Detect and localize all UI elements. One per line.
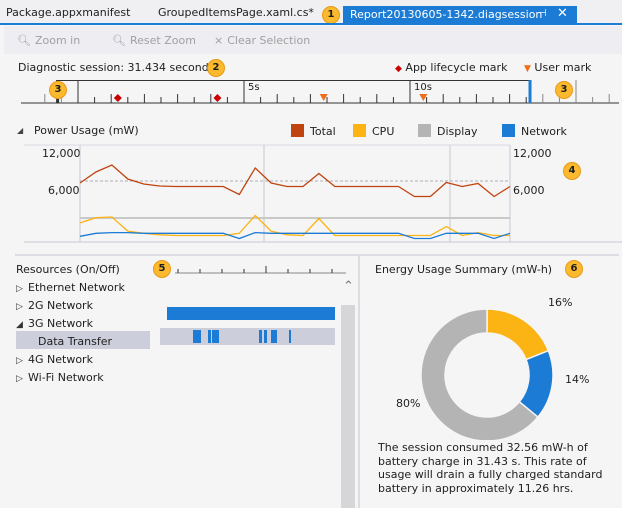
energy-summary-text: The session consumed 32.56 mW-h of batte… xyxy=(378,441,603,495)
data-transfer-segment xyxy=(208,330,211,343)
scrollbar-thumb xyxy=(341,305,355,508)
collapse-triangle-icon[interactable]: ◢ xyxy=(17,126,23,135)
tab-grouped-items-page[interactable]: GroupedItemsPage.xaml.cs* xyxy=(158,6,314,19)
data-transfer-segment xyxy=(259,330,262,343)
selection-end-handle xyxy=(528,80,532,103)
ruler-label: 5s xyxy=(248,82,260,93)
session-duration: Diagnostic session: 31.434 seconds xyxy=(18,61,215,74)
scroll-up-icon[interactable]: ⌃ xyxy=(343,279,354,294)
network-swatch xyxy=(502,124,515,137)
collapsed-triangle-icon[interactable]: ▷ xyxy=(16,374,28,384)
clear-selection-label: Clear Selection xyxy=(227,34,311,47)
cpu-swatch xyxy=(353,124,366,137)
callout-2: 2 xyxy=(207,59,225,77)
zoom-in-label: Zoom in xyxy=(34,34,81,47)
zoom-out-icon: 🔍︎ xyxy=(112,34,126,47)
legend-cpu-label: CPU xyxy=(372,125,395,138)
clear-selection-button[interactable]: ⨯ Clear Selection xyxy=(214,34,310,47)
slice-label: 14% xyxy=(565,373,589,386)
resource-timeline[interactable]: ⌃ xyxy=(160,258,360,508)
legend-lifecycle-label: App lifecycle mark xyxy=(405,61,508,74)
resource-item[interactable]: ▷ Wi-Fi Network xyxy=(16,371,104,384)
timeline-ruler[interactable]: 5s 10s xyxy=(21,80,619,104)
callout-3-right: 3 xyxy=(555,81,573,99)
energy-donut-chart: 16% 14% 80% xyxy=(396,296,589,440)
resource-item-label: 2G Network xyxy=(28,299,93,312)
slice-label: 16% xyxy=(548,296,572,309)
legend-network-label: Network xyxy=(521,125,567,138)
reset-zoom-button[interactable]: 🔍︎ Reset Zoom xyxy=(112,34,196,47)
slice-cpu xyxy=(486,308,550,361)
data-transfer-segment xyxy=(289,330,291,343)
legend-user-label: User mark xyxy=(534,61,592,74)
legend-display-label: Display xyxy=(437,125,478,138)
callout-1: 1 xyxy=(322,6,340,24)
resource-item[interactable]: Data Transfer xyxy=(38,335,112,348)
power-usage-title: Power Usage (mW) xyxy=(34,124,139,137)
section-divider xyxy=(15,254,619,256)
display-swatch xyxy=(418,124,431,137)
ruler-label: 10s xyxy=(414,82,432,93)
slice-label: 80% xyxy=(396,397,420,410)
energy-summary-title: Energy Usage Summary (mW-h) xyxy=(375,263,553,276)
resource-item[interactable]: ◢ 3G Network xyxy=(16,317,93,330)
total-swatch xyxy=(291,124,304,137)
legend-network: Network xyxy=(502,124,567,138)
close-icon[interactable]: ✕ xyxy=(557,6,568,21)
lifecycle-mark xyxy=(113,94,122,102)
data-transfer-segment xyxy=(271,330,277,343)
collapsed-triangle-icon[interactable]: ▷ xyxy=(16,284,28,294)
callout-6: 6 xyxy=(565,260,583,278)
resource-item-label: Wi-Fi Network xyxy=(28,371,104,384)
resource-item[interactable]: ▷ 4G Network xyxy=(16,353,93,366)
power-usage-chart[interactable] xyxy=(24,140,622,250)
collapsed-triangle-icon[interactable]: ▷ xyxy=(16,302,28,312)
diamond-icon: ◆ xyxy=(395,64,402,74)
toolbar xyxy=(4,26,622,54)
data-transfer-segment xyxy=(193,330,201,343)
user-mark xyxy=(319,94,328,101)
legend-total: Total xyxy=(291,124,336,138)
resources-title: Resources (On/Off) xyxy=(16,263,120,276)
expanded-triangle-icon[interactable]: ◢ xyxy=(16,320,28,330)
tab-diagsession-label: Report20130605-1342.diagsession xyxy=(350,8,543,21)
legend-display: Display xyxy=(418,124,478,138)
resource-item[interactable]: ▷ 2G Network xyxy=(16,299,93,312)
legend-total-label: Total xyxy=(310,125,336,138)
tab-underline xyxy=(0,23,622,25)
network-on-bar xyxy=(167,307,335,320)
callout-3-left: 3 xyxy=(49,81,67,99)
resource-item-label: Data Transfer xyxy=(38,335,112,348)
tab-diagsession[interactable]: Report20130605-1342.diagsession ⊣ ✕ xyxy=(343,6,577,24)
legend-user: ▼ User mark xyxy=(524,61,591,74)
legend-cpu: CPU xyxy=(353,124,394,138)
zoom-in-button[interactable]: 🔍︎ Zoom in xyxy=(17,34,80,47)
resource-item-label: 3G Network xyxy=(28,317,93,330)
collapsed-triangle-icon[interactable]: ▷ xyxy=(16,356,28,366)
reset-zoom-label: Reset Zoom xyxy=(129,34,196,47)
data-transfer-segment xyxy=(264,330,267,343)
resource-item-label: Ethernet Network xyxy=(28,281,125,294)
legend-lifecycle: ◆ App lifecycle mark xyxy=(395,61,507,74)
pin-icon[interactable]: ⊣ xyxy=(538,8,547,19)
triangle-icon: ▼ xyxy=(524,64,531,74)
user-mark xyxy=(419,94,428,101)
resource-item-label: 4G Network xyxy=(28,353,93,366)
data-transfer-segment xyxy=(212,330,219,343)
tab-package-manifest[interactable]: Package.appxmanifest xyxy=(6,6,130,19)
lifecycle-mark xyxy=(213,94,222,102)
data-transfer-row xyxy=(160,328,335,345)
resource-item[interactable]: ▷ Ethernet Network xyxy=(16,281,125,294)
zoom-in-icon: 🔍︎ xyxy=(17,34,31,47)
clear-selection-icon: ⨯ xyxy=(214,34,224,47)
